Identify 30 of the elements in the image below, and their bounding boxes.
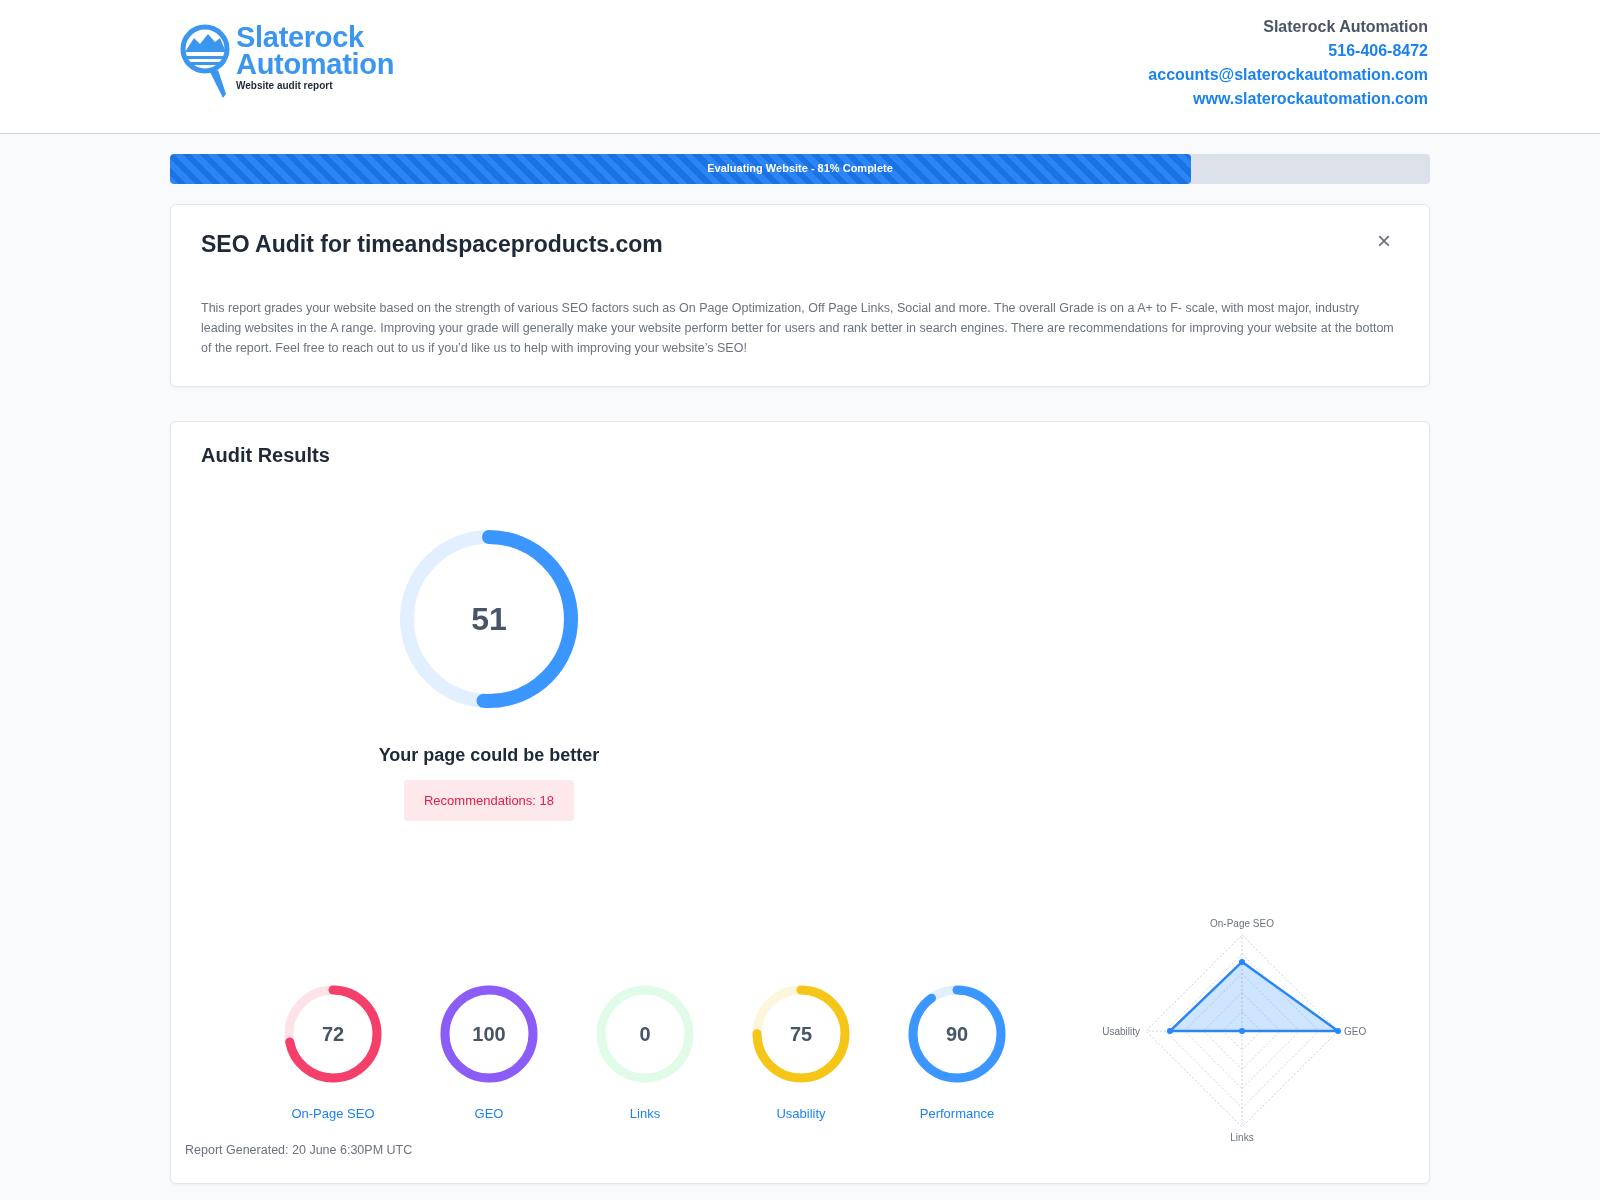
score-value: 90 — [945, 1022, 969, 1046]
radar-axis-label: Links — [1230, 1132, 1254, 1143]
category-link[interactable]: On-Page SEO — [291, 1106, 375, 1121]
radar-axis-label: GEO — [1344, 1026, 1367, 1037]
recommendations-badge: Recommendations: 18 — [403, 780, 575, 821]
phone-link[interactable]: 516-406-8472 — [1328, 42, 1428, 60]
score-value: 0 — [639, 1022, 651, 1046]
progress-label: Evaluating Website - 81% Complete — [706, 162, 894, 174]
score-value: 75 — [789, 1022, 813, 1046]
section-title: Audit Results — [201, 444, 331, 467]
report-timestamp: Report Generated: 20 June 6:30PM UTC — [185, 1143, 414, 1157]
website-link[interactable]: www.slaterockautomation.com — [1193, 90, 1428, 108]
category-link[interactable]: Performance — [919, 1106, 995, 1121]
category-link[interactable]: GEO — [474, 1106, 504, 1121]
category-link[interactable]: Links — [629, 1106, 661, 1121]
radar-axis-label: On-Page SEO — [1210, 918, 1274, 929]
verdict-text: Your page could be better — [378, 745, 600, 766]
score-value: 72 — [321, 1022, 345, 1046]
logo-tagline: Website audit report — [236, 80, 334, 91]
logo-text: Automation — [236, 51, 395, 78]
score-value: 100 — [472, 1022, 506, 1046]
close-button[interactable]: × — [1369, 231, 1399, 251]
category-link[interactable]: Usability — [776, 1106, 826, 1121]
score-value: 51 — [471, 600, 507, 638]
radar-axis-label: Usability — [1102, 1026, 1140, 1037]
audit-title: SEO Audit for timeandspaceproducts.com — [201, 231, 663, 258]
logo-text: Slaterock — [236, 24, 364, 51]
email-link[interactable]: accounts@slaterockautomation.com — [1148, 66, 1428, 84]
intro-paragraph: This report grades your website based on the strength of various SEO factors such as On Page Optimization, Off Page Links, Social and more. The overall Grade is on a A+ to F- scale, with most major, industry leading websites in the A range. Improving your grade will generally make your website perform better for users and rank better in search engines. There are recommendations for improving your website at the bottom of the report. Feel free to reach out to us if you’d like us to help with improving your website’s SEO! — [201, 300, 1395, 357]
company-name: Slaterock Automation — [1263, 18, 1428, 36]
